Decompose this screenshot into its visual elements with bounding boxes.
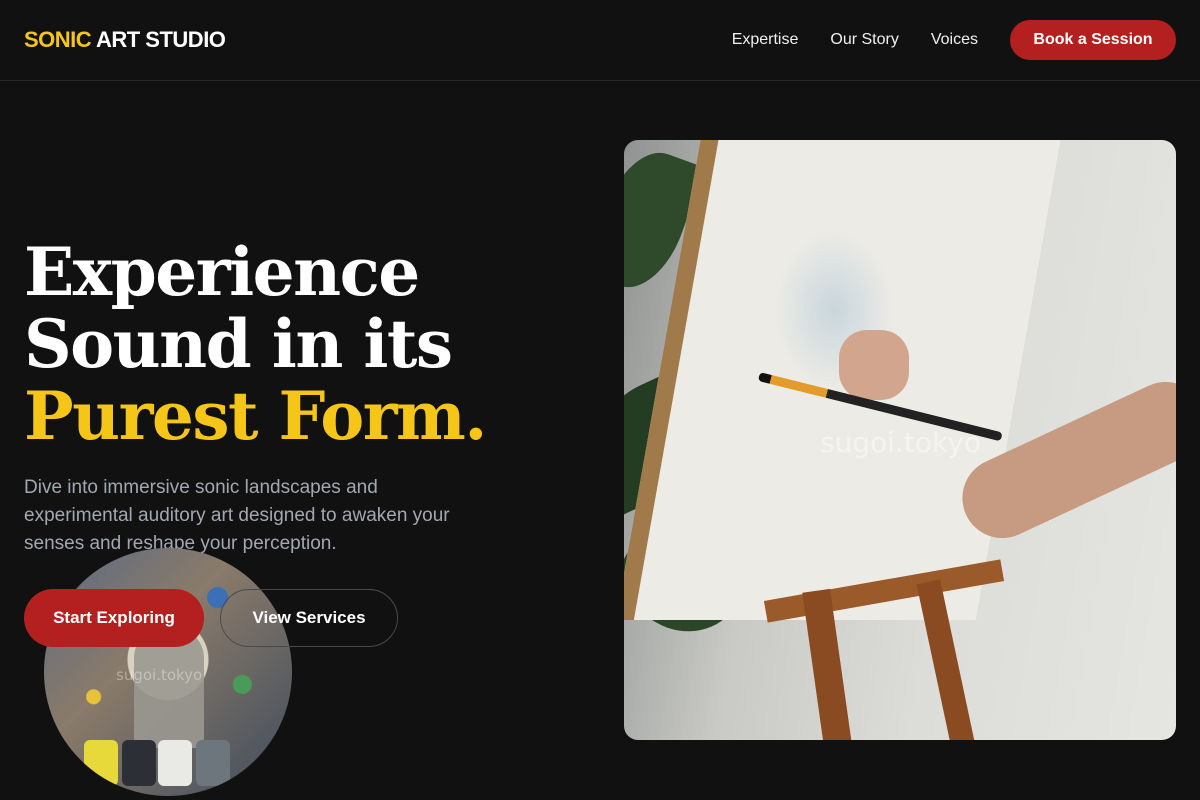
paint-jar (84, 740, 118, 786)
headline-line-1: Experience (24, 233, 420, 311)
painter-hand (839, 330, 909, 400)
main-nav: Expertise Our Story Voices Book a Sessio… (732, 20, 1176, 60)
artist-studio-circle-image: sugoi.tokyo (44, 548, 292, 796)
nav-link-expertise[interactable]: Expertise (732, 31, 799, 49)
brand-logo[interactable]: SONIC ART STUDIO (24, 27, 226, 53)
headline-line-2: Sound in its (24, 305, 453, 383)
painting-easel-image: sugoi.tokyo (624, 140, 1176, 740)
paint-jar (158, 740, 192, 786)
logo-accent-text: SONIC (24, 27, 92, 52)
nav-link-our-story[interactable]: Our Story (830, 31, 898, 49)
page: SONIC ART STUDIO Expertise Our Story Voi… (0, 0, 1200, 800)
paint-jar (196, 740, 230, 786)
start-exploring-button[interactable]: Start Exploring (24, 589, 204, 647)
hero-headline: Experience Sound in its Purest Form. (24, 236, 584, 452)
logo-rest-text: ART STUDIO (91, 27, 226, 52)
book-session-button[interactable]: Book a Session (1010, 20, 1176, 60)
circle-image-watermark: sugoi.tokyo (116, 666, 203, 684)
site-header: SONIC ART STUDIO Expertise Our Story Voi… (0, 0, 1200, 81)
paint-jar (122, 740, 156, 786)
main-image-watermark: sugoi.tokyo (820, 426, 981, 459)
headline-line-3-accent: Purest Form. (24, 377, 487, 455)
view-services-button[interactable]: View Services (220, 589, 398, 647)
nav-link-voices[interactable]: Voices (931, 31, 978, 49)
hero-subtext: Dive into immersive sonic landscapes and… (24, 477, 450, 554)
